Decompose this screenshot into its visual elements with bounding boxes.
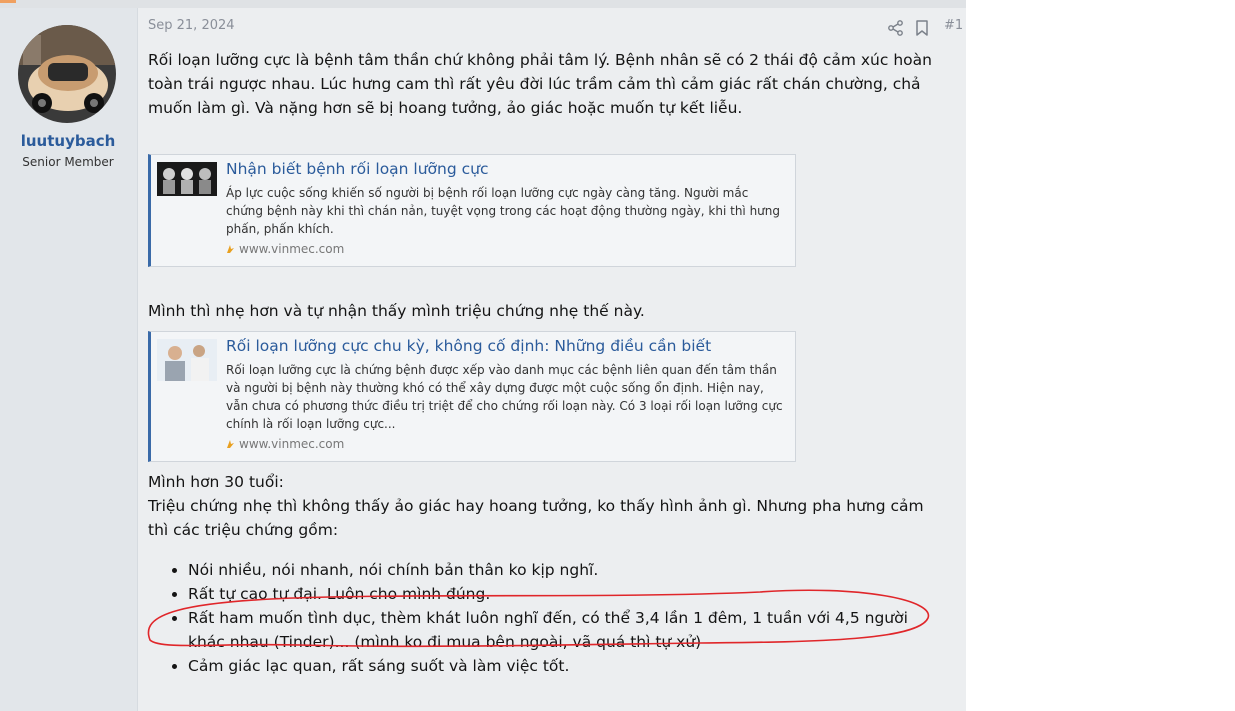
age-line: Mình hơn 30 tuổi: [148,473,284,491]
post-paragraph-1: Rối loạn lưỡng cực là bệnh tâm thần chứ … [148,51,932,117]
link-thumbnail-1 [157,162,217,196]
link-title-2[interactable]: Rối loạn lưỡng cực chu kỳ, không cố định… [226,337,711,355]
post-date[interactable]: Sep 21, 2024 [148,18,235,33]
symptom-list: Nói nhiều, nói nhanh, nói chính bản thân… [148,558,948,678]
link-thumbnail-2 [157,339,217,381]
link-domain-1: www.vinmec.com [226,242,344,256]
avatar-car-image [18,25,116,123]
symptoms-intro: Triệu chứng nhẹ thì không thấy ảo giác h… [148,497,924,539]
user-title: Senior Member [22,155,114,169]
favicon-icon [227,440,234,448]
favicon-icon [227,245,234,253]
top-bar [0,0,966,8]
list-item: Nói nhiều, nói nhanh, nói chính bản thân… [188,558,948,582]
post-paragraph-2: Mình thì nhẹ hơn và tự nhận thấy mình tr… [148,302,645,320]
share-icon[interactable] [886,18,906,38]
list-item: Cảm giác lạc quan, rất sáng suốt và làm … [188,654,948,678]
username-link[interactable]: luutuybach [0,132,136,150]
list-item: Rất ham muốn tình dục, thèm khát luôn ng… [188,606,948,654]
post-body-2: Mình thì nhẹ hơn và tự nhận thấy mình tr… [148,299,938,323]
tab-accent [0,0,16,3]
post-body-3: Mình hơn 30 tuổi: Triệu chứng nhẹ thì kh… [148,470,938,542]
link-description-1: Áp lực cuộc sống khiến số người bị bệnh … [226,186,781,236]
link-domain-2: www.vinmec.com [226,437,344,451]
bookmark-icon[interactable] [912,18,932,38]
list-item: Rất tự cao tự đại. Luôn cho mình đúng. [188,582,948,606]
link-preview-2[interactable]: Rối loạn lưỡng cực chu kỳ, không cố định… [148,331,796,462]
post-body: Rối loạn lưỡng cực là bệnh tâm thần chứ … [148,48,938,120]
link-domain-text-2: www.vinmec.com [239,437,345,451]
avatar[interactable] [18,25,116,123]
link-title-1[interactable]: Nhận biết bệnh rối loạn lưỡng cực [226,160,489,178]
link-domain-text-1: www.vinmec.com [239,242,345,256]
link-preview-1[interactable]: Nhận biết bệnh rối loạn lưỡng cực Áp lực… [148,154,796,267]
user-sidebar: luutuybach Senior Member [0,8,138,711]
post-number-link[interactable]: #1 [944,18,963,33]
link-description-2: Rối loạn lưỡng cực là chứng bệnh được xế… [226,363,783,431]
